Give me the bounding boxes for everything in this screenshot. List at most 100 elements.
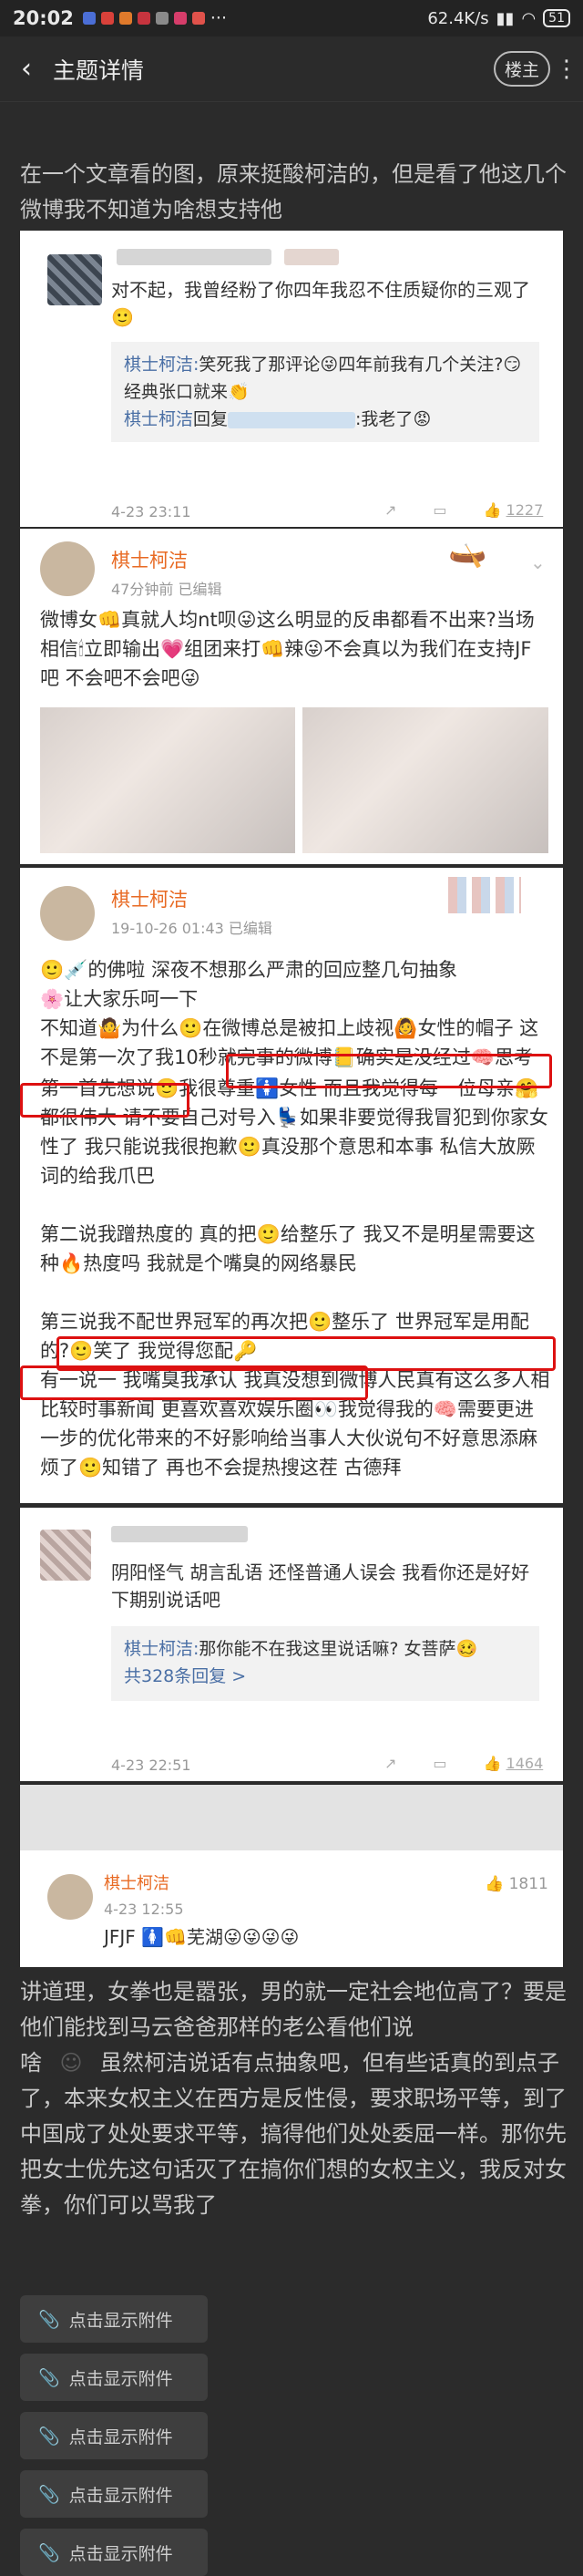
- like-icon: 👍: [483, 1755, 502, 1772]
- reply-box: 棋士柯洁:笑死我了那评论😜四年前我有几个关注?😏经典张口就来👏 棋士柯洁回复:我…: [111, 342, 539, 442]
- like-count[interactable]: 👍 1227: [484, 497, 544, 524]
- like-count[interactable]: 👍 1811: [485, 1870, 548, 1898]
- comment-toolbar: ↗ ▭ 👍 1464: [384, 1750, 543, 1777]
- face-emoji-icon: 🤗: [515, 1077, 539, 1099]
- post-body: 🙂💉的佛啦 深夜不想那么严肃的回应整几句抽象 🌸让大家乐呵一下 不知道🤷为什么🙂…: [40, 959, 550, 1479]
- comment-text: 对不起，我曾经粉了你四年我忍不住质疑你的三观了🙂: [111, 279, 530, 328]
- comment-time: 4-23 23:11: [111, 503, 191, 520]
- face-emoji-icon: 🙂: [40, 959, 65, 981]
- hand-emoji-icon: 👊: [164, 1926, 187, 1948]
- view-replies-link[interactable]: 共328条回复 >: [124, 1663, 527, 1690]
- eyes-emoji-icon: 👀: [313, 1398, 338, 1420]
- avatar: [47, 254, 102, 305]
- share-icon[interactable]: ↗: [384, 497, 396, 524]
- comment-icon[interactable]: ▭: [433, 497, 446, 524]
- heart-emoji-icon: 💗: [159, 638, 185, 660]
- face-emoji-icon: 🙂: [78, 1457, 103, 1479]
- screenshot-card-3: 棋士柯洁 19-10-26 01:43 已编辑 🙂💉的佛啦 深夜不想那么严肃的回…: [20, 868, 563, 1503]
- blurred-username: [111, 1526, 248, 1542]
- attachment-button[interactable]: 📎 点击显示附件: [20, 2470, 208, 2518]
- reply-author[interactable]: 棋士柯洁: [124, 409, 193, 429]
- key-emoji-icon: 🔑: [233, 1340, 258, 1362]
- more-dots-icon: ···: [210, 8, 227, 28]
- blurred-username: [117, 249, 271, 265]
- face-emoji-icon: 😜: [236, 609, 257, 631]
- comment-time: 4-23 22:51: [111, 1757, 191, 1774]
- author-name[interactable]: 棋士柯洁: [111, 547, 188, 574]
- face-emoji-icon: 🙂: [237, 1136, 261, 1158]
- notepad-emoji-icon: 📒: [332, 1046, 356, 1068]
- face-emoji-icon: 🥴: [455, 1639, 478, 1659]
- like-icon: 👍: [485, 1875, 505, 1893]
- reply-author[interactable]: 棋士柯洁:: [124, 1639, 199, 1659]
- like-count[interactable]: 👍 1464: [484, 1750, 544, 1777]
- reply-box: 棋士柯洁:那你能不在我这里说话嘛? 女菩萨🥴 共328条回复 >: [111, 1626, 539, 1701]
- paperclip-icon: 📎: [38, 2367, 60, 2388]
- face-emoji-icon: 🙂: [155, 1077, 179, 1099]
- post-body: JFJF 🚺👊芜湖😜😜😜😜: [104, 1926, 300, 1948]
- face-emoji-icon: 😡: [413, 409, 432, 429]
- face-emoji-icon: 😜: [179, 667, 200, 689]
- app-notification-icon: [82, 12, 96, 25]
- flower-emoji-icon: 🌸: [40, 988, 65, 1010]
- brain-emoji-icon: 🧠: [470, 1046, 496, 1068]
- more-vertical-icon[interactable]: ⋮: [550, 56, 583, 83]
- sticker-icon: ☺: [59, 2050, 83, 2076]
- brain-emoji-icon: 🧠: [433, 1398, 457, 1420]
- attachment-button[interactable]: 📎 点击显示附件: [20, 2529, 208, 2576]
- blurred-screenshot-image: [40, 707, 295, 853]
- screenshot-card-4: 阴阳怪气 胡言乱语 还怪普通人误会 我看你还是好好下期别说话吧 棋士柯洁:那你能…: [20, 1508, 563, 1781]
- avatar: [40, 1530, 91, 1581]
- post-meta: 19-10-26 01:43 已编辑: [111, 920, 272, 937]
- hand-emoji-icon: 👊: [97, 609, 122, 631]
- pixel-decoration: [448, 877, 521, 913]
- attachment-button[interactable]: 📎 点击显示附件: [20, 2354, 208, 2401]
- chevron-down-icon[interactable]: ⌄: [530, 549, 546, 576]
- app-notification-icon: [191, 12, 205, 25]
- face-emoji-icon: 😏: [503, 355, 522, 375]
- comment-text: 阴阳怪气 胡言乱语 还怪普通人误会 我看你还是好好下期别说话吧: [111, 1561, 530, 1611]
- app-notification-icon: [100, 12, 114, 25]
- clap-emoji-icon: 👏: [228, 382, 250, 402]
- face-emoji-icon: 😜: [303, 638, 324, 660]
- avatar: [47, 1874, 93, 1920]
- face-emoji-icon: 🙂: [256, 1223, 281, 1245]
- status-time: 20:02: [13, 7, 74, 29]
- signal-icon: ▮▮: [496, 8, 515, 28]
- nav-bar: ‹ 主题详情 楼主 ⋮: [0, 36, 583, 102]
- share-icon[interactable]: ↗: [384, 1750, 396, 1777]
- post-body: 微博女👊真就人均nt呗😜这么明显的反串都看不出来?当场相信🕯立即输出💗组团来打👊…: [40, 609, 535, 689]
- avatar: [40, 541, 95, 596]
- status-right: 62.4K/s ▮▮ ◠ 51: [427, 9, 570, 28]
- paperclip-icon: 📎: [38, 2484, 60, 2505]
- app-notification-icon: [155, 12, 169, 25]
- attachment-button[interactable]: 📎 点击显示附件: [20, 2295, 208, 2343]
- female-sign-icon: 🚺: [255, 1077, 280, 1099]
- avatar: [40, 886, 95, 941]
- page-title: 主题详情: [53, 57, 145, 84]
- face-emoji-icon: 😜: [320, 355, 339, 375]
- boat-decoration-icon: 🛶: [448, 533, 487, 570]
- comment-toolbar: ↗ ▭ 👍 1227: [384, 497, 543, 524]
- owner-only-button[interactable]: 楼主: [493, 51, 550, 87]
- author-name[interactable]: 棋士柯洁: [111, 886, 188, 913]
- person-emoji-icon: 🙆: [394, 1017, 418, 1039]
- paperclip-icon: 📎: [38, 2426, 60, 2447]
- person-emoji-icon: 🤷: [97, 1017, 122, 1039]
- comment-icon[interactable]: ▭: [433, 1750, 446, 1777]
- paperclip-icon: 📎: [38, 2542, 60, 2563]
- seat-emoji-icon: 💺: [275, 1107, 300, 1128]
- post-meta: 47分钟前 已编辑: [111, 581, 222, 598]
- chevron-left-icon[interactable]: ‹: [0, 53, 53, 85]
- face-emoji-icon: 🙂: [179, 1017, 203, 1039]
- smile-emoji-icon: 🙂: [111, 306, 134, 328]
- comment-time: 4-23 12:55: [104, 1901, 184, 1918]
- attachment-button[interactable]: 📎 点击显示附件: [20, 2412, 208, 2459]
- status-bar: 20:02 ··· 62.4K/s ▮▮ ◠ 51: [0, 0, 583, 36]
- reply-author[interactable]: 棋士柯洁:: [124, 355, 199, 375]
- screenshot-card-2: 棋士柯洁 47分钟前 已编辑 🛶 ⌄ 微博女👊真就人均nt呗😜这么明显的反串都看…: [20, 529, 563, 864]
- network-speed: 62.4K/s: [427, 8, 489, 28]
- battery-indicator: 51: [543, 9, 570, 27]
- face-emoji-icon: 😜😜😜😜: [222, 1926, 300, 1948]
- author-name[interactable]: 棋士柯洁: [104, 1870, 169, 1898]
